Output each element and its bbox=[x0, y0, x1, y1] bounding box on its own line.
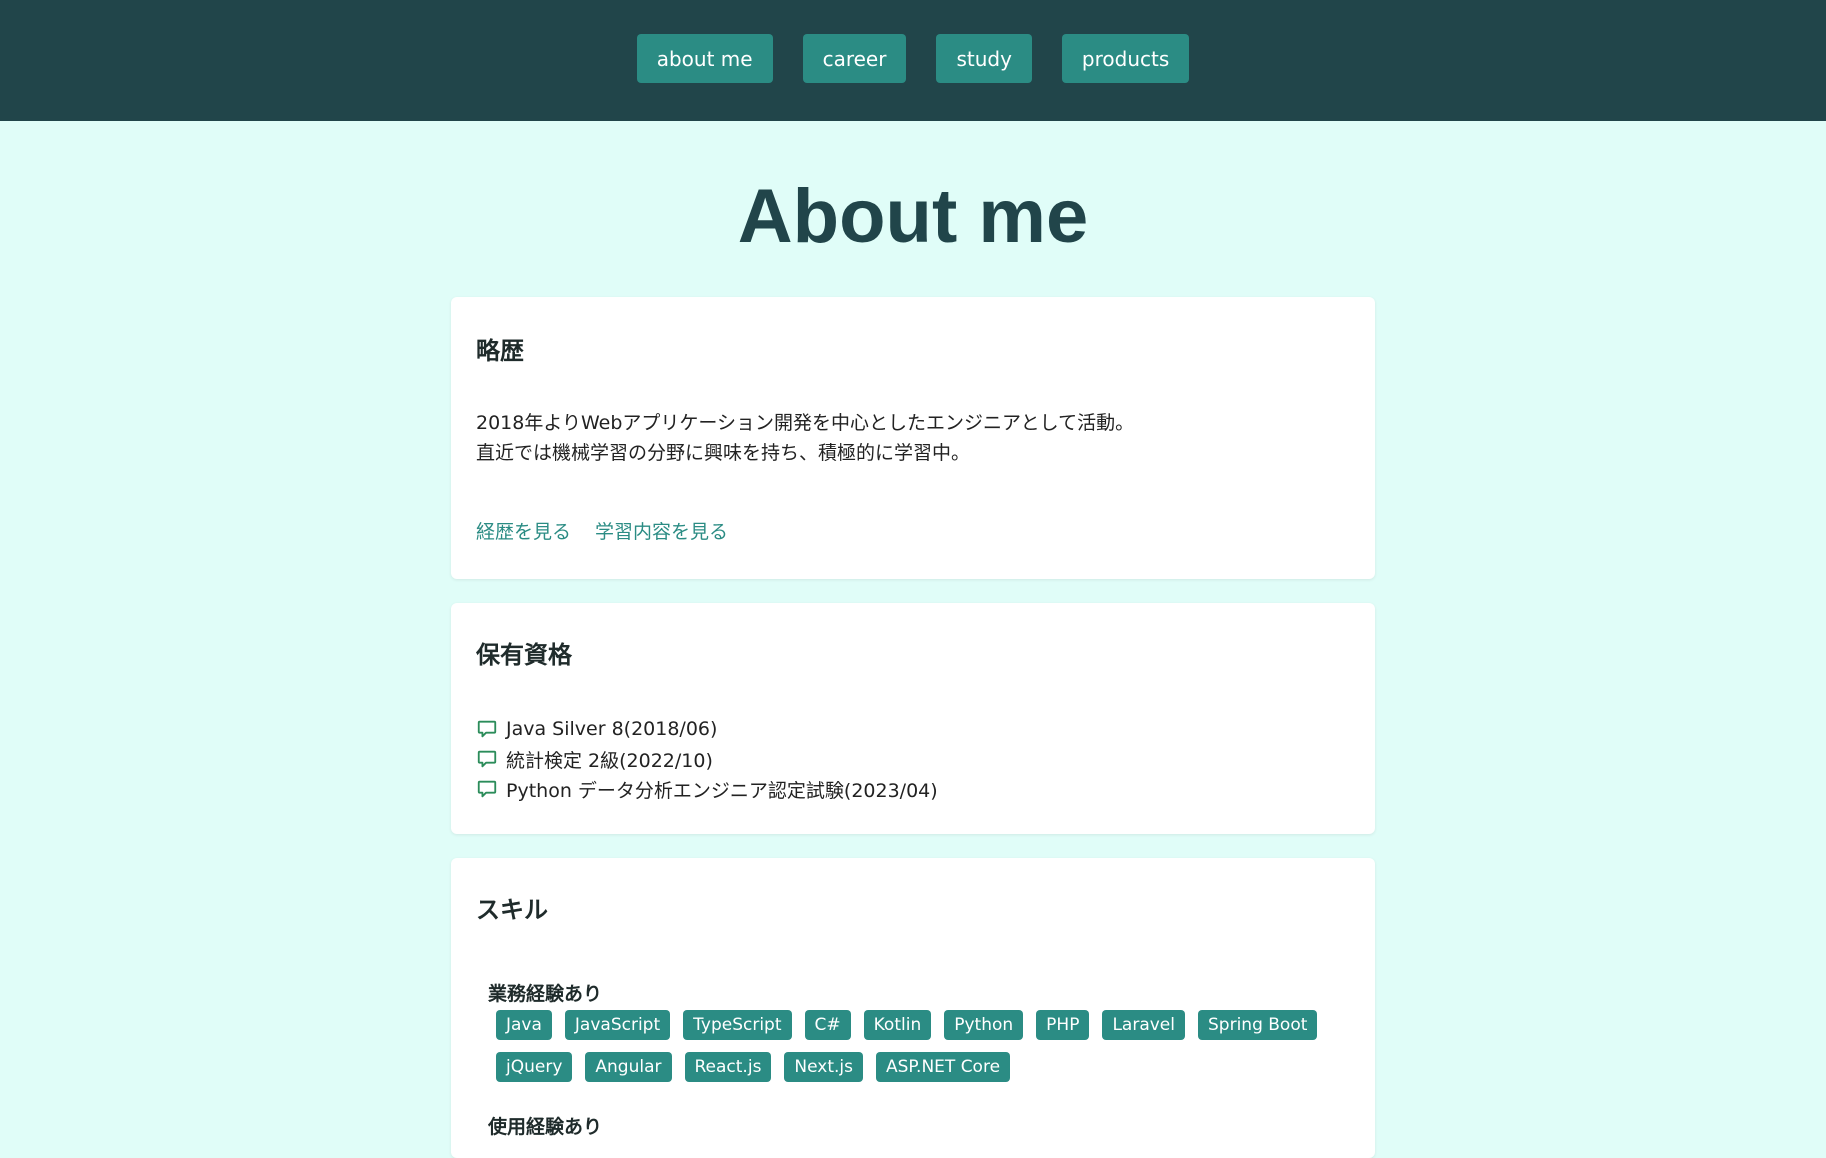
qualifications-card: 保有資格 Java Silver 8(2018/06) 統計検定 2級(2022… bbox=[451, 603, 1375, 834]
skills-title: スキル bbox=[476, 896, 548, 924]
qualification-item: Java Silver 8(2018/06) bbox=[476, 714, 1350, 744]
qualifications-title: 保有資格 bbox=[476, 641, 572, 669]
chat-bubble-icon bbox=[477, 780, 497, 798]
bio-line: 2018年よりWebアプリケーション開発を中心としたエンジニアとして活動。 bbox=[476, 412, 1135, 434]
skill-group-label: 業務経験あり bbox=[488, 983, 603, 1005]
skill-tag: React.js bbox=[684, 1052, 772, 1082]
bio-title: 略歴 bbox=[476, 337, 524, 365]
skill-tag: JavaScript bbox=[564, 1010, 671, 1040]
nav-products-button[interactable]: products bbox=[1061, 34, 1190, 83]
skill-tag: Angular bbox=[585, 1052, 672, 1082]
qualifications-list: Java Silver 8(2018/06) 統計検定 2級(2022/10) … bbox=[476, 714, 1350, 804]
qualification-item: Python データ分析エンジニア認定試験(2023/04) bbox=[476, 774, 1350, 804]
skill-group-work: 業務経験あり Java JavaScript TypeScript C# Kot… bbox=[476, 979, 1350, 1082]
view-career-link[interactable]: 経歴を見る bbox=[476, 517, 571, 544]
skill-tag: Python bbox=[944, 1010, 1024, 1040]
bio-links: 経歴を見る 学習内容を見る bbox=[476, 517, 1350, 544]
skill-group-label: 使用経験あり bbox=[488, 1116, 603, 1138]
skill-tag: Laravel bbox=[1102, 1010, 1185, 1040]
skill-tag: Kotlin bbox=[863, 1010, 932, 1040]
skill-tag: C# bbox=[804, 1010, 851, 1040]
bio-text: 2018年よりWebアプリケーション開発を中心としたエンジニアとして活動。 直近… bbox=[476, 408, 1350, 468]
nav-career-button[interactable]: career bbox=[802, 34, 907, 83]
nav-about-me-button[interactable]: about me bbox=[636, 34, 773, 83]
top-navigation: about me career study products bbox=[0, 0, 1826, 121]
qualification-text: Java Silver 8(2018/06) bbox=[506, 718, 718, 740]
bio-card: 略歴 2018年よりWebアプリケーション開発を中心としたエンジニアとして活動。… bbox=[451, 297, 1375, 579]
view-study-link[interactable]: 学習内容を見る bbox=[595, 517, 728, 544]
skill-tag: Spring Boot bbox=[1198, 1010, 1318, 1040]
qualification-text: Python データ分析エンジニア認定試験(2023/04) bbox=[506, 779, 938, 802]
skill-tag-list: Java JavaScript TypeScript C# Kotlin Pyt… bbox=[476, 1010, 1350, 1082]
nav-study-button[interactable]: study bbox=[936, 34, 1032, 83]
qualification-item: 統計検定 2級(2022/10) bbox=[476, 744, 1350, 774]
skill-tag: jQuery bbox=[496, 1052, 573, 1082]
bio-line: 直近では機械学習の分野に興味を持ち、積極的に学習中。 bbox=[476, 442, 971, 464]
skills-card: スキル 業務経験あり Java JavaScript TypeScript C#… bbox=[451, 858, 1375, 1158]
chat-bubble-icon bbox=[477, 750, 497, 768]
chat-bubble-icon bbox=[477, 720, 497, 738]
page-title: About me bbox=[737, 174, 1089, 259]
skill-tag: PHP bbox=[1036, 1010, 1090, 1040]
qualification-text: 統計検定 2級(2022/10) bbox=[506, 749, 713, 772]
skill-group-used: 使用経験あり bbox=[476, 1112, 1350, 1139]
skill-tag: Next.js bbox=[784, 1052, 864, 1082]
skill-tag: TypeScript bbox=[683, 1010, 792, 1040]
skill-tag: ASP.NET Core bbox=[876, 1052, 1011, 1082]
skill-tag: Java bbox=[496, 1010, 552, 1040]
